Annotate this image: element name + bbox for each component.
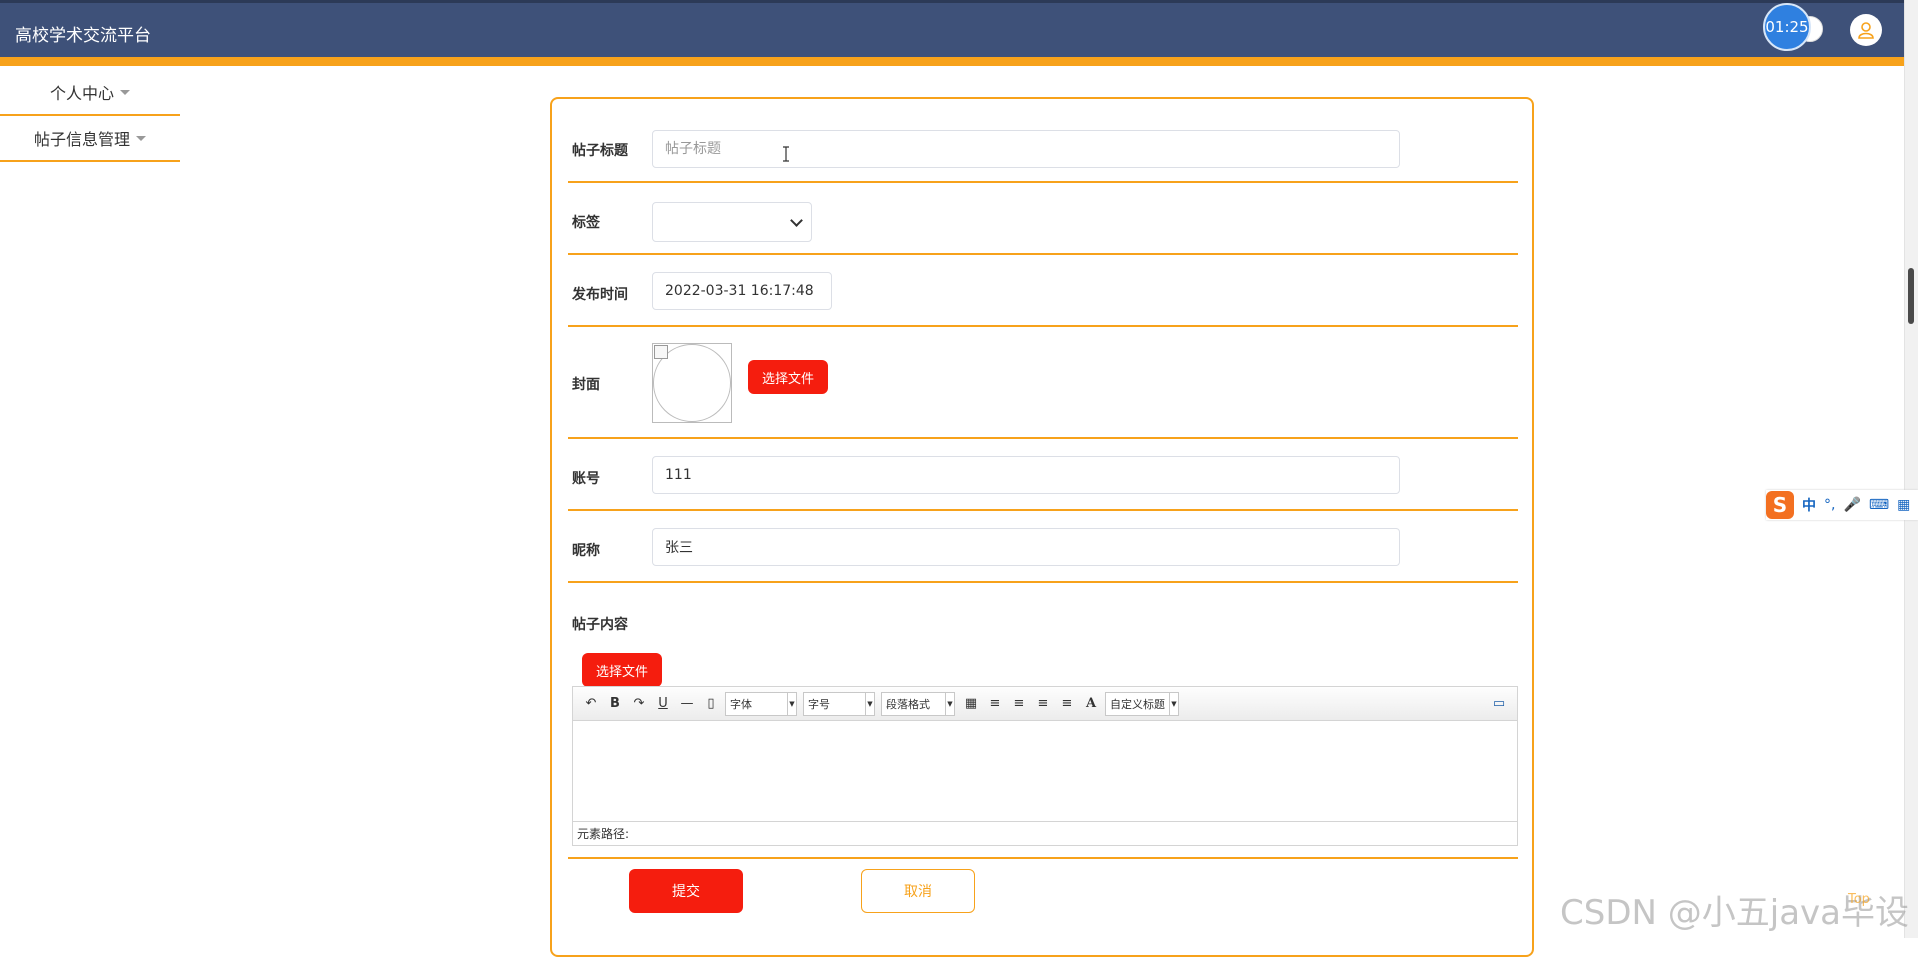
sidebar: 个人中心 帖子信息管理 bbox=[0, 70, 180, 162]
form-row-title: 帖子标题 bbox=[568, 99, 1518, 183]
ime-toolbar[interactable]: S 中 °, 🎤 ⌨ ▦ bbox=[1766, 490, 1918, 520]
nickname-input[interactable] bbox=[652, 528, 1400, 566]
content-choose-file-button[interactable]: 选择文件 bbox=[582, 653, 662, 687]
table-icon[interactable]: ▦ bbox=[961, 694, 981, 714]
top-bar: 高校学术交流平台 bbox=[0, 0, 1904, 57]
editor-status-bar: 元素路径: bbox=[573, 821, 1517, 845]
sidebar-item-post-management[interactable]: 帖子信息管理 bbox=[0, 116, 180, 162]
form-row-account: 账号 bbox=[568, 439, 1518, 511]
ime-punctuation-icon[interactable]: °, bbox=[1824, 497, 1835, 513]
publish-time-label: 发布时间 bbox=[572, 287, 628, 303]
cover-preview[interactable] bbox=[652, 343, 732, 423]
app-title: 高校学术交流平台 bbox=[15, 26, 151, 46]
account-input[interactable] bbox=[652, 456, 1400, 494]
font-size-label: 字号 bbox=[808, 697, 830, 711]
caret-down-icon bbox=[136, 135, 146, 141]
dropdown-arrow-icon: ▼ bbox=[945, 692, 954, 715]
form-row-tag: 标签 bbox=[568, 183, 1518, 255]
tag-label: 标签 bbox=[572, 215, 600, 231]
fullscreen-icon[interactable]: ▭ bbox=[1489, 694, 1509, 714]
dropdown-arrow-icon: ▼ bbox=[1169, 692, 1178, 715]
font-color-icon[interactable]: A bbox=[1081, 694, 1101, 714]
microphone-icon[interactable]: 🎤 bbox=[1843, 497, 1860, 513]
ime-mode-label[interactable]: 中 bbox=[1802, 495, 1816, 515]
font-family-label: 字体 bbox=[730, 697, 752, 711]
account-label: 账号 bbox=[572, 471, 600, 487]
custom-title-select[interactable]: 自定义标题 ▼ bbox=[1105, 691, 1179, 716]
undo-icon[interactable]: ↶ bbox=[581, 694, 601, 714]
element-path-label: 元素路径: bbox=[577, 827, 630, 841]
document-icon[interactable]: ▯ bbox=[701, 694, 721, 714]
title-input[interactable] bbox=[652, 130, 1400, 168]
editor-toolbar: ↶ B ↷ U — ▯ 字体 ▼ 字号 ▼ 段落格式 ▼ ▦ ≡ ≡ ≡ ≡ A bbox=[573, 687, 1517, 721]
user-avatar-icon[interactable] bbox=[1850, 14, 1882, 46]
paragraph-format-label: 段落格式 bbox=[886, 697, 930, 711]
align-center-icon[interactable]: ≡ bbox=[1033, 694, 1053, 714]
nickname-label: 昵称 bbox=[572, 543, 600, 559]
font-size-select[interactable]: 字号 ▼ bbox=[803, 691, 875, 716]
submit-button[interactable]: 提交 bbox=[629, 869, 743, 913]
redo-icon[interactable]: ↷ bbox=[629, 694, 649, 714]
user-icon bbox=[1858, 22, 1874, 39]
form-row-cover: 封面 选择文件 bbox=[568, 327, 1518, 439]
cover-choose-file-button[interactable]: 选择文件 bbox=[748, 360, 828, 394]
custom-title-label: 自定义标题 bbox=[1110, 697, 1165, 711]
broken-image-icon bbox=[654, 345, 668, 359]
publish-time-input[interactable] bbox=[652, 272, 832, 310]
divider bbox=[568, 857, 1518, 859]
cancel-button[interactable]: 取消 bbox=[861, 869, 975, 913]
chevron-down-icon bbox=[790, 214, 803, 227]
accent-strip bbox=[0, 57, 1904, 66]
title-label: 帖子标题 bbox=[572, 143, 628, 159]
keyboard-icon[interactable]: ⌨ bbox=[1869, 497, 1889, 513]
grid-icon[interactable]: ▦ bbox=[1897, 497, 1910, 513]
text-cursor-icon bbox=[783, 146, 789, 162]
ime-logo-icon: S bbox=[1766, 491, 1794, 519]
font-family-select[interactable]: 字体 ▼ bbox=[725, 691, 797, 716]
sidebar-item-personal-center[interactable]: 个人中心 bbox=[0, 70, 180, 116]
scrollbar-thumb[interactable] bbox=[1908, 268, 1914, 324]
content-label: 帖子内容 bbox=[572, 617, 628, 633]
form-row-publish-time: 发布时间 bbox=[568, 255, 1518, 327]
back-to-top-link[interactable]: Top bbox=[1848, 892, 1870, 907]
timer-badge[interactable]: 01:25 bbox=[1763, 3, 1811, 51]
caret-down-icon bbox=[120, 89, 130, 95]
sidebar-item-label: 个人中心 bbox=[49, 84, 114, 103]
tag-select[interactable] bbox=[652, 202, 812, 242]
align-left-icon[interactable]: ≡ bbox=[985, 694, 1005, 714]
dropdown-arrow-icon: ▼ bbox=[787, 692, 796, 715]
paragraph-format-select[interactable]: 段落格式 ▼ bbox=[881, 691, 955, 716]
underline-icon[interactable]: U bbox=[653, 694, 673, 714]
sidebar-item-label: 帖子信息管理 bbox=[33, 130, 130, 149]
cover-label: 封面 bbox=[572, 377, 600, 393]
post-form: 帖子标题 标签 发布时间 封面 选择文件 账号 昵称 帖子内容 选择文件 bbox=[550, 97, 1534, 957]
horizontal-rule-icon[interactable]: — bbox=[677, 694, 697, 714]
dropdown-arrow-icon: ▼ bbox=[865, 692, 874, 715]
bold-icon[interactable]: B bbox=[605, 694, 625, 714]
form-row-nickname: 昵称 bbox=[568, 511, 1518, 583]
align-justify-icon[interactable]: ≡ bbox=[1057, 694, 1077, 714]
rich-text-editor: ↶ B ↷ U — ▯ 字体 ▼ 字号 ▼ 段落格式 ▼ ▦ ≡ ≡ ≡ ≡ A bbox=[572, 686, 1518, 846]
editor-content-area[interactable] bbox=[573, 721, 1517, 821]
page-scrollbar[interactable] bbox=[1904, 0, 1918, 938]
align-right-icon[interactable]: ≡ bbox=[1009, 694, 1029, 714]
